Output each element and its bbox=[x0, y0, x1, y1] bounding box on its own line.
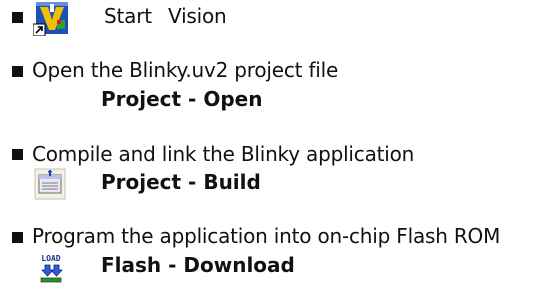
step-1-text: Start Vision bbox=[104, 4, 227, 28]
keil-uvision-icon[interactable] bbox=[32, 0, 71, 37]
flash-download-command: Flash - Download bbox=[101, 253, 295, 277]
step-3-text: Compile and link the Blinky application bbox=[32, 142, 415, 166]
start-word: Start bbox=[104, 4, 152, 28]
bullet bbox=[12, 232, 23, 243]
bullet bbox=[12, 149, 23, 160]
step-4-text: Program the application into on-chip Fla… bbox=[32, 224, 501, 248]
step-2-text: Open the Blinky.uv2 project file bbox=[32, 58, 339, 82]
load-icon[interactable]: LOAD bbox=[36, 252, 66, 284]
project-build-command: Project - Build bbox=[101, 170, 261, 194]
load-icon-text: LOAD bbox=[41, 254, 60, 263]
vision-word: Vision bbox=[168, 4, 227, 28]
bullet bbox=[12, 12, 23, 23]
build-icon[interactable] bbox=[34, 168, 66, 200]
project-open-command: Project - Open bbox=[101, 87, 263, 111]
bullet bbox=[12, 66, 23, 77]
